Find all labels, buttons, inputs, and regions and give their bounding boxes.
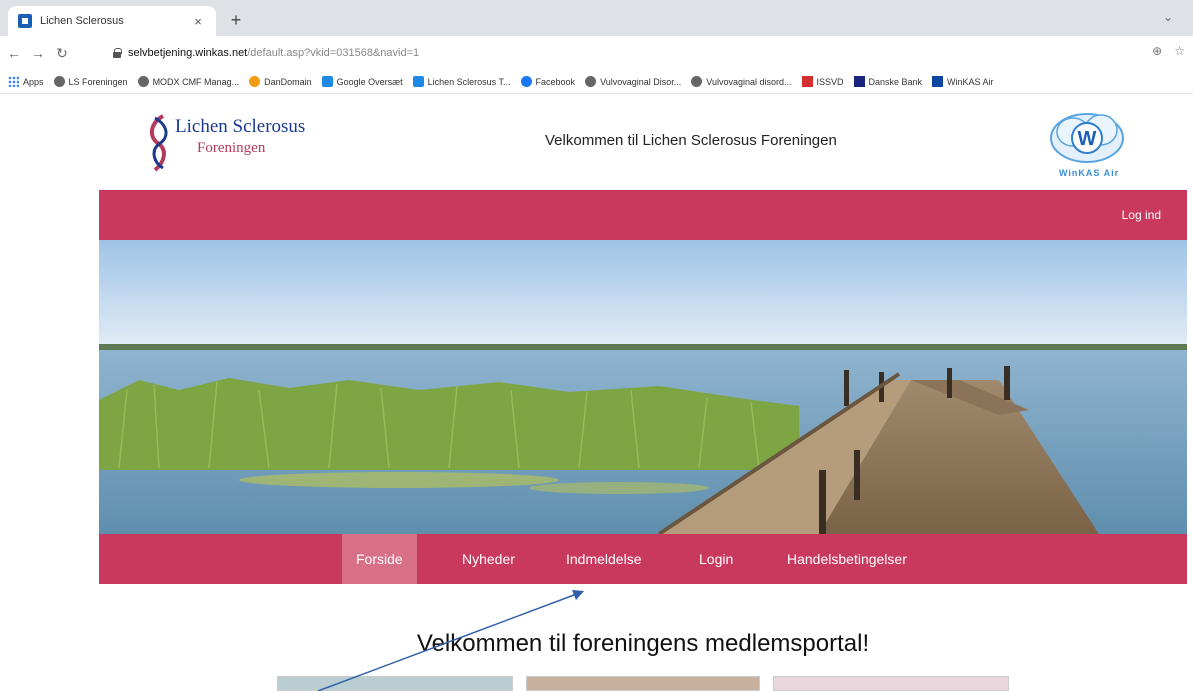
lake-pier-illustration bbox=[99, 240, 1187, 534]
url-path: /default.asp?vkid=031568&navid=1 bbox=[247, 47, 420, 59]
tab-search-icon[interactable]: ⌄ bbox=[1163, 10, 1173, 24]
reload-icon[interactable]: ↻ bbox=[52, 43, 72, 63]
bookmark-ls-foreningen[interactable]: LS Foreningen bbox=[53, 76, 128, 87]
logo-line1: Lichen Sclerosus bbox=[175, 116, 306, 137]
logo-line2: Foreningen bbox=[197, 140, 266, 156]
site-favicon-icon bbox=[18, 14, 32, 28]
translate-icon bbox=[321, 76, 333, 87]
browser-toolbar: ← → ↻ selvbetjening.winkas.net /default.… bbox=[0, 36, 1193, 70]
nav-forside[interactable]: Forside bbox=[342, 534, 417, 584]
site-icon bbox=[412, 76, 424, 87]
hero-image bbox=[99, 240, 1187, 534]
browser-tabstrip: Lichen Sclerosus × + ⌄ bbox=[0, 0, 1193, 36]
new-tab-button[interactable]: + bbox=[226, 10, 246, 30]
bookmark-google-translate[interactable]: Google Oversæt bbox=[321, 76, 403, 87]
thumbnail-card[interactable] bbox=[526, 676, 760, 691]
dandomain-icon bbox=[249, 76, 261, 87]
bookmark-star-icon[interactable]: ☆ bbox=[1174, 44, 1185, 58]
site-logo[interactable]: Lichen Sclerosus Foreningen bbox=[145, 110, 325, 180]
main-nav: Forside Nyheder Indmeldelse Login Handel… bbox=[99, 534, 1187, 584]
bookmarks-bar: Apps LS Foreningen MODX CMF Manag... Dan… bbox=[0, 70, 1193, 94]
bookmark-lichen-sclerosus[interactable]: Lichen Sclerosus T... bbox=[412, 76, 511, 87]
close-tab-icon[interactable]: × bbox=[190, 14, 206, 29]
issvd-icon bbox=[801, 76, 813, 87]
bookmark-winkas-air[interactable]: WinKAS Air bbox=[932, 76, 994, 87]
tab-title: Lichen Sclerosus bbox=[40, 15, 124, 27]
svg-text:W: W bbox=[1078, 128, 1097, 150]
browser-tab[interactable]: Lichen Sclerosus × bbox=[8, 6, 216, 36]
apps-grid-icon bbox=[8, 76, 19, 87]
url-host: selvbetjening.winkas.net bbox=[128, 47, 248, 59]
bookmark-facebook[interactable]: Facebook bbox=[520, 76, 575, 87]
top-bar: Log ind bbox=[99, 190, 1187, 240]
bank-icon bbox=[853, 76, 865, 87]
header-title: Velkommen til Lichen Sclerosus Foreninge… bbox=[545, 132, 837, 149]
globe-icon bbox=[53, 76, 65, 87]
forward-arrow-icon[interactable]: → bbox=[28, 43, 48, 63]
nav-login[interactable]: Login bbox=[685, 534, 747, 584]
winkas-logo-text: WinKAS Air bbox=[1059, 168, 1120, 178]
winkas-icon bbox=[932, 76, 944, 87]
log-ind-link[interactable]: Log ind bbox=[1122, 208, 1161, 222]
lock-icon[interactable] bbox=[112, 48, 122, 58]
bookmark-vulvovaginal-2[interactable]: Vulvovaginal disord... bbox=[691, 76, 792, 87]
ribbon-logo-icon bbox=[150, 114, 168, 172]
thumbnail-card[interactable] bbox=[277, 676, 513, 691]
bookmark-dandomain[interactable]: DanDomain bbox=[249, 76, 312, 87]
bookmark-issvd[interactable]: ISSVD bbox=[801, 76, 844, 87]
bookmark-modx[interactable]: MODX CMF Manag... bbox=[137, 76, 239, 87]
welcome-heading: Velkommen til foreningens medlemsportal! bbox=[416, 630, 870, 657]
bookmark-vulvovaginal-1[interactable]: Vulvovaginal Disor... bbox=[585, 76, 681, 87]
install-app-icon[interactable]: ⊕ bbox=[1152, 44, 1162, 58]
bookmark-danske-bank[interactable]: Danske Bank bbox=[853, 76, 922, 87]
site-header: Lichen Sclerosus Foreningen Velkommen ti… bbox=[99, 104, 1187, 190]
address-bar[interactable]: selvbetjening.winkas.net /default.asp?vk… bbox=[112, 42, 1132, 64]
nav-indmeldelse[interactable]: Indmeldelse bbox=[552, 534, 656, 584]
globe-icon bbox=[585, 76, 597, 87]
globe-icon bbox=[137, 76, 149, 87]
nav-nyheder[interactable]: Nyheder bbox=[448, 534, 529, 584]
thumbnail-card[interactable] bbox=[773, 676, 1009, 691]
globe-icon bbox=[691, 76, 703, 87]
back-arrow-icon[interactable]: ← bbox=[4, 43, 24, 63]
nav-handelsbetingelser[interactable]: Handelsbetingelser bbox=[773, 534, 921, 584]
facebook-icon bbox=[520, 76, 532, 87]
bookmark-apps[interactable]: Apps bbox=[8, 76, 44, 87]
